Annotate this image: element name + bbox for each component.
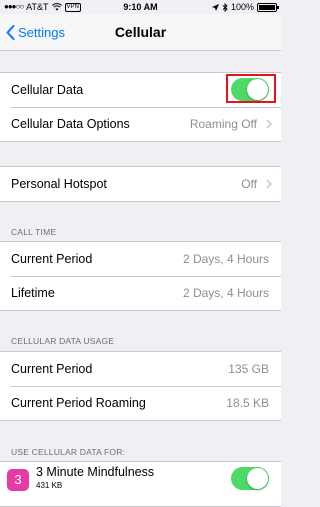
cellular-data-toggle[interactable] <box>231 78 269 101</box>
navigation-bar: Settings Cellular <box>0 14 281 51</box>
app-list-group: 3 3 Minute Mindfulness 431 KB <box>0 461 281 507</box>
data-usage-header: CELLULAR DATA USAGE <box>11 336 115 346</box>
call-time-current-period-row: Current Period 2 Days, 4 Hours <box>0 242 281 276</box>
toggle-knob <box>247 79 268 100</box>
call-time-current-period-value: 2 Days, 4 Hours <box>182 252 269 266</box>
personal-hotspot-value: Off <box>241 177 257 191</box>
call-time-header: CALL TIME <box>11 227 57 237</box>
cellular-data-options-value: Roaming Off <box>189 117 257 131</box>
cellular-data-group: Cellular Data Cellular Data Options Roam… <box>0 72 281 142</box>
battery-icon <box>257 2 279 12</box>
usage-current-period-value: 135 GB <box>228 362 269 376</box>
cellular-data-options-row[interactable]: Cellular Data Options Roaming Off <box>0 107 281 141</box>
app-row: 3 3 Minute Mindfulness 431 KB <box>0 462 281 498</box>
personal-hotspot-label: Personal Hotspot <box>11 177 107 191</box>
app-name: 3 Minute Mindfulness <box>36 465 155 479</box>
use-cellular-data-header: USE CELLULAR DATA FOR: <box>11 447 126 457</box>
page-title: Cellular <box>114 24 167 40</box>
chevron-right-icon <box>266 179 272 189</box>
personal-hotspot-row[interactable]: Personal Hotspot Off <box>0 167 281 201</box>
status-right: 100% <box>211 0 279 14</box>
hotspot-group: Personal Hotspot Off <box>0 166 281 202</box>
cellular-data-options-label: Cellular Data Options <box>11 117 130 131</box>
data-usage-group: Current Period 135 GB Current Period Roa… <box>0 351 281 421</box>
toggle-knob <box>247 468 268 489</box>
usage-roaming-value: 18.5 KB <box>226 396 269 410</box>
call-time-current-period-label: Current Period <box>11 252 93 266</box>
app-cellular-toggle[interactable] <box>231 467 269 490</box>
usage-current-period-row: Current Period 135 GB <box>0 352 281 386</box>
bluetooth-icon <box>222 2 228 12</box>
call-time-lifetime-value: 2 Days, 4 Hours <box>182 286 269 300</box>
cellular-data-label: Cellular Data <box>11 83 84 97</box>
call-time-group: Current Period 2 Days, 4 Hours Lifetime … <box>0 241 281 311</box>
app-mindfulness-icon: 3 <box>7 469 29 491</box>
status-bar: ●●●○○ AT&T VPN 9:10 AM 100% <box>0 0 281 14</box>
call-time-lifetime-label: Lifetime <box>11 286 55 300</box>
usage-current-period-label: Current Period <box>11 362 93 376</box>
battery-percent: 100% <box>230 2 254 12</box>
location-arrow-icon <box>211 3 219 11</box>
usage-roaming-label: Current Period Roaming <box>11 396 146 410</box>
call-time-lifetime-row: Lifetime 2 Days, 4 Hours <box>0 276 281 310</box>
chevron-right-icon <box>266 119 272 129</box>
app-data-size: 431 KB <box>36 481 63 490</box>
usage-roaming-row: Current Period Roaming 18.5 KB <box>0 386 281 420</box>
cellular-data-row: Cellular Data <box>0 73 281 107</box>
